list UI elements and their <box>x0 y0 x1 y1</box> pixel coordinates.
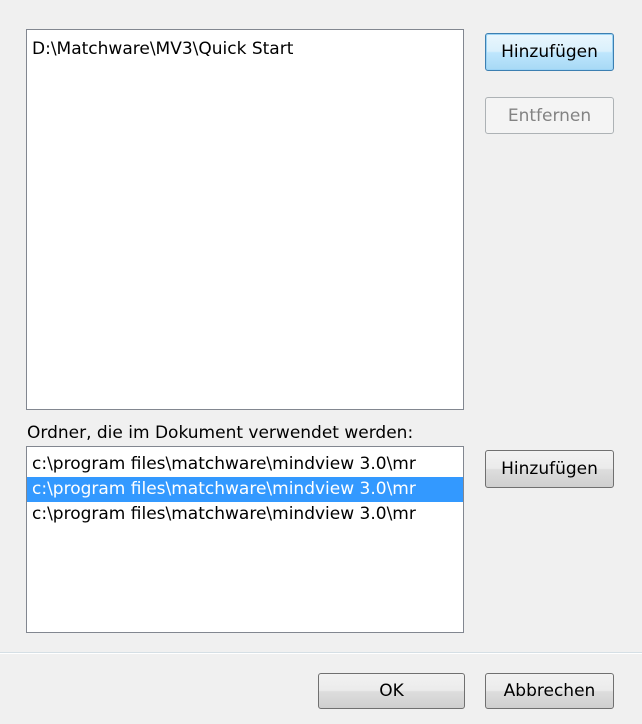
add-path-button[interactable]: Hinzufügen <box>485 33 614 71</box>
add-folder-button[interactable]: Hinzufügen <box>485 450 614 488</box>
document-folders-list[interactable]: c:\program files\matchware\mindview 3.0\… <box>26 446 464 633</box>
document-folders-label: Ordner, die im Dokument verwendet werden… <box>27 423 414 443</box>
list-item-selected[interactable]: c:\program files\matchware\mindview 3.0\… <box>27 477 463 502</box>
remove-path-button[interactable]: Entfernen <box>485 97 614 134</box>
list-item[interactable]: c:\program files\matchware\mindview 3.0\… <box>27 502 463 527</box>
ok-button[interactable]: OK <box>318 673 465 709</box>
search-paths-list[interactable]: D:\Matchware\MV3\Quick Start <box>26 29 464 410</box>
list-item[interactable]: c:\program files\matchware\mindview 3.0\… <box>27 452 463 477</box>
footer-divider <box>0 652 642 654</box>
list-item[interactable]: D:\Matchware\MV3\Quick Start <box>27 37 463 62</box>
cancel-button[interactable]: Abbrechen <box>485 673 614 709</box>
